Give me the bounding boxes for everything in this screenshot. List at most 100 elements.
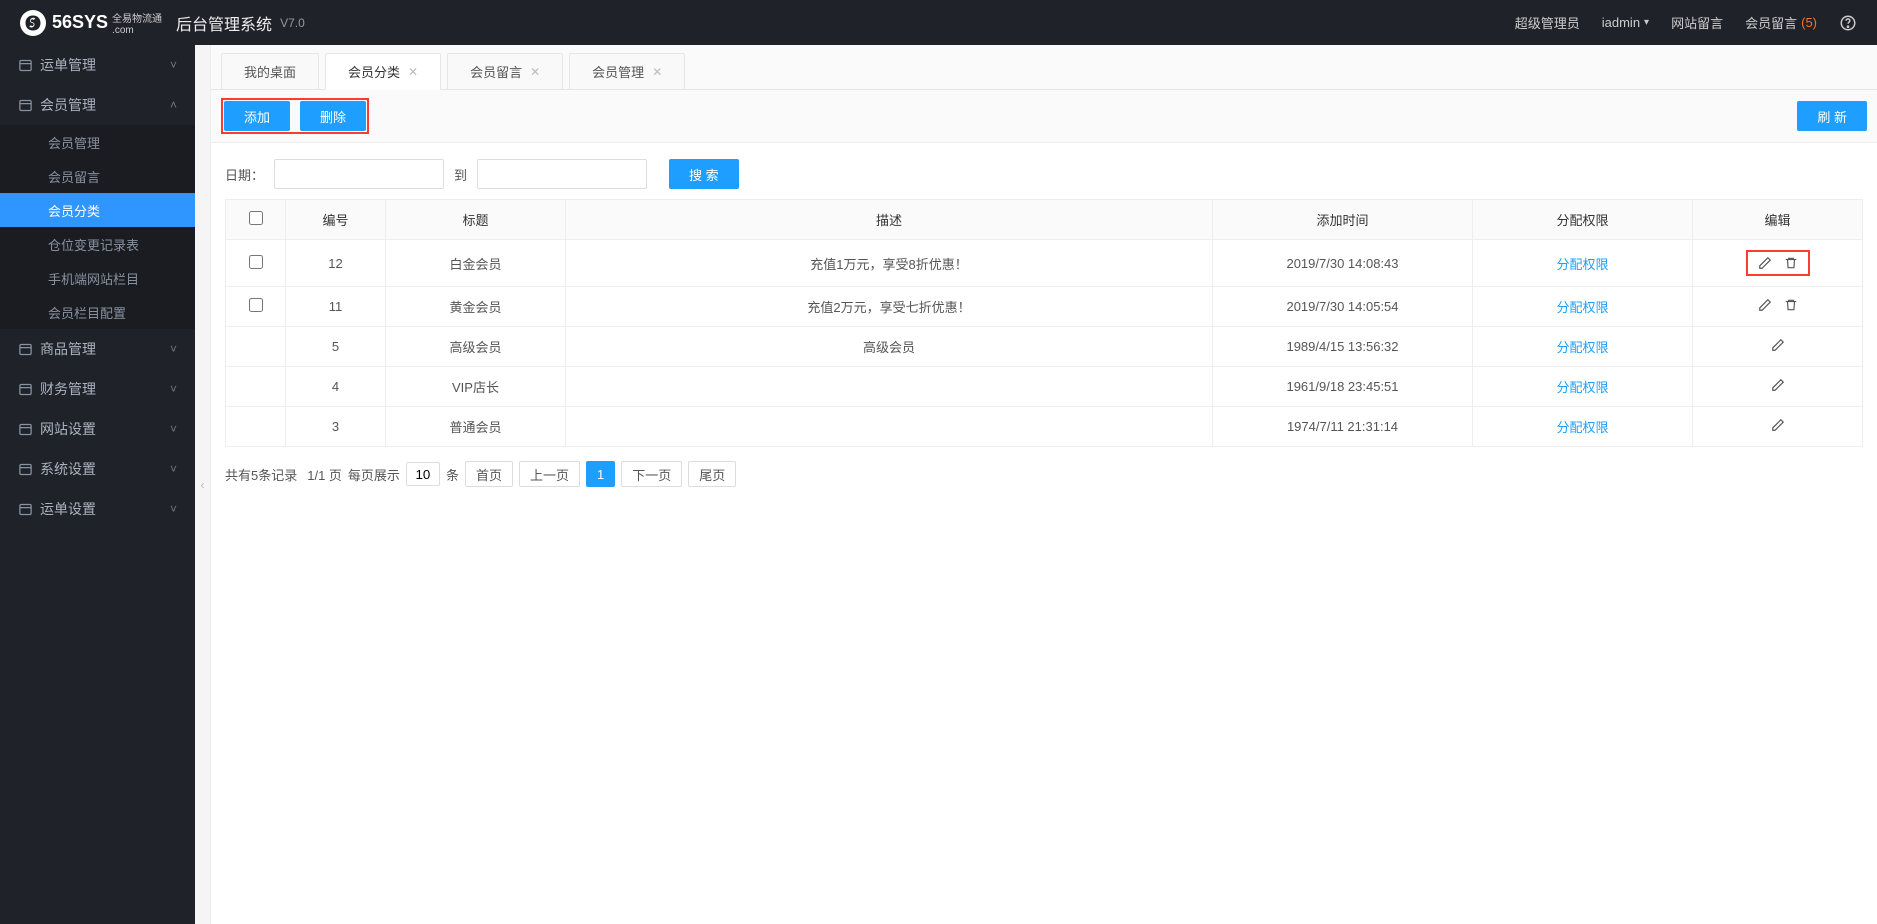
date-to-input[interactable] [477, 159, 647, 189]
pager-total: 共有5条记录 [225, 465, 297, 484]
assign-permission-link[interactable]: 分配权限 [1556, 300, 1608, 315]
data-table: 编号 标题 描述 添加时间 分配权限 编辑 12白金会员充值1万元，享受8折优惠… [225, 199, 1863, 447]
user-menu[interactable]: iadmin ▾ [1602, 15, 1649, 30]
sidebar-item-label: 网站设置 [40, 419, 170, 439]
delete-icon[interactable] [1784, 298, 1798, 312]
select-all-checkbox[interactable] [249, 211, 263, 225]
add-button[interactable]: 添加 [224, 101, 290, 131]
pager-last[interactable]: 尾页 [688, 461, 736, 487]
edit-highlight-box [1746, 250, 1810, 276]
table-row: 3普通会员1974/7/11 21:31:14分配权限 [226, 407, 1863, 447]
member-messages-link[interactable]: 会员留言 (5) [1745, 13, 1817, 32]
assign-permission-link[interactable]: 分配权限 [1556, 380, 1608, 395]
date-label: 日期： [225, 165, 264, 184]
tab[interactable]: 会员留言 ✕ [447, 53, 563, 89]
close-icon[interactable]: ✕ [408, 65, 418, 79]
system-title: 后台管理系统 [176, 11, 272, 35]
cell-id: 4 [286, 367, 386, 407]
sidebar-item[interactable]: 运单管理˅ [0, 45, 195, 85]
pager-prev[interactable]: 上一页 [519, 461, 580, 487]
tab-bar: 我的桌面会员分类✕ 会员留言 ✕ 会员管理 ✕ [211, 45, 1877, 90]
sidebar-sub-item[interactable]: 手机端网站栏目 [0, 261, 195, 295]
pager-current[interactable]: 1 [586, 461, 615, 487]
site-messages-link[interactable]: 网站留言 [1671, 13, 1723, 32]
logo-text: 56SYS [52, 12, 108, 33]
tab[interactable]: 我的桌面 [221, 53, 319, 89]
cell-time: 2019/7/30 14:08:43 [1213, 240, 1473, 287]
chevron-up-icon: ˄ [170, 98, 177, 112]
cell-title: 黄金会员 [386, 287, 566, 327]
edit-icon[interactable] [1771, 338, 1785, 352]
sidebar-item-label: 商品管理 [40, 339, 170, 359]
menu-icon [18, 502, 40, 517]
row-actions [1771, 378, 1785, 392]
tab-label: 会员留言 [470, 62, 522, 81]
cell-desc [566, 367, 1213, 407]
edit-icon[interactable] [1771, 418, 1785, 432]
sidebar-item[interactable]: 会员管理˄ [0, 85, 195, 125]
chevron-down-icon: ˅ [170, 58, 177, 72]
row-checkbox[interactable] [249, 255, 263, 269]
sidebar-sub-item[interactable]: 会员栏目配置 [0, 295, 195, 329]
sidebar-collapse-handle[interactable]: ‹ [195, 45, 211, 924]
sidebar-sub-item[interactable]: 仓位变更记录表 [0, 227, 195, 261]
row-actions [1771, 418, 1785, 432]
tab[interactable]: 会员分类✕ [325, 53, 441, 90]
close-icon[interactable]: ✕ [652, 65, 662, 79]
pager-first[interactable]: 首页 [465, 461, 513, 487]
sidebar-item[interactable]: 运单设置˅ [0, 489, 195, 529]
cell-time: 2019/7/30 14:05:54 [1213, 287, 1473, 327]
table-row: 4VIP店长1961/9/18 23:45:51分配权限 [226, 367, 1863, 407]
sidebar-item[interactable]: 财务管理˅ [0, 369, 195, 409]
help-icon[interactable] [1839, 14, 1857, 32]
row-actions [1771, 338, 1785, 352]
sidebar-sub-item[interactable]: 会员留言 [0, 159, 195, 193]
close-icon[interactable]: ✕ [530, 65, 540, 79]
tab-label: 会员管理 [592, 62, 644, 81]
edit-icon[interactable] [1758, 256, 1772, 270]
system-version: V7.0 [280, 16, 305, 30]
pager-next[interactable]: 下一页 [621, 461, 682, 487]
row-checkbox[interactable] [249, 298, 263, 312]
chevron-down-icon: ˅ [170, 502, 177, 516]
pager-page: 1/1 页 [307, 465, 342, 484]
delete-button[interactable]: 删除 [300, 101, 366, 131]
user-role[interactable]: 超级管理员 [1515, 13, 1580, 32]
sidebar-sub-item[interactable]: 会员管理 [0, 125, 195, 159]
th-title: 标题 [386, 200, 566, 240]
cell-id: 12 [286, 240, 386, 287]
sidebar-item[interactable]: 系统设置˅ [0, 449, 195, 489]
delete-icon[interactable] [1784, 256, 1798, 270]
assign-permission-link[interactable]: 分配权限 [1556, 257, 1608, 272]
assign-permission-link[interactable]: 分配权限 [1556, 420, 1608, 435]
date-to-label: 到 [454, 165, 467, 184]
sidebar: 运单管理˅会员管理˄会员管理会员留言会员分类仓位变更记录表手机端网站栏目会员栏目… [0, 45, 195, 924]
toolbar-highlight-box: 添加 删除 [221, 98, 369, 134]
sidebar-item-label: 系统设置 [40, 459, 170, 479]
menu-icon [18, 422, 40, 437]
sidebar-item[interactable]: 网站设置˅ [0, 409, 195, 449]
pager-perpage-input[interactable] [406, 462, 440, 486]
table-row: 12白金会员充值1万元，享受8折优惠！2019/7/30 14:08:43分配权… [226, 240, 1863, 287]
logo-sub: 全易物流通.com [112, 10, 162, 36]
sidebar-sub-item[interactable]: 会员分类 [0, 193, 195, 227]
cell-desc [566, 407, 1213, 447]
sidebar-item[interactable]: 商品管理˅ [0, 329, 195, 369]
refresh-button[interactable]: 刷 新 [1797, 101, 1867, 131]
pagination: 共有5条记录 1/1 页 每页展示 条 首页 上一页 1 下一页 尾页 [211, 447, 1877, 501]
date-from-input[interactable] [274, 159, 444, 189]
row-actions [1758, 298, 1798, 312]
th-desc: 描述 [566, 200, 1213, 240]
tab[interactable]: 会员管理 ✕ [569, 53, 685, 89]
pager-perpage-label: 每页展示 [348, 465, 400, 484]
assign-permission-link[interactable]: 分配权限 [1556, 340, 1608, 355]
search-button[interactable]: 搜 索 [669, 159, 739, 189]
cell-desc: 充值1万元，享受8折优惠！ [566, 240, 1213, 287]
edit-icon[interactable] [1758, 298, 1772, 312]
logo-icon [20, 10, 46, 36]
pager-unit: 条 [446, 465, 459, 484]
cell-time: 1961/9/18 23:45:51 [1213, 367, 1473, 407]
th-perm: 分配权限 [1473, 200, 1693, 240]
menu-icon [18, 462, 40, 477]
edit-icon[interactable] [1771, 378, 1785, 392]
